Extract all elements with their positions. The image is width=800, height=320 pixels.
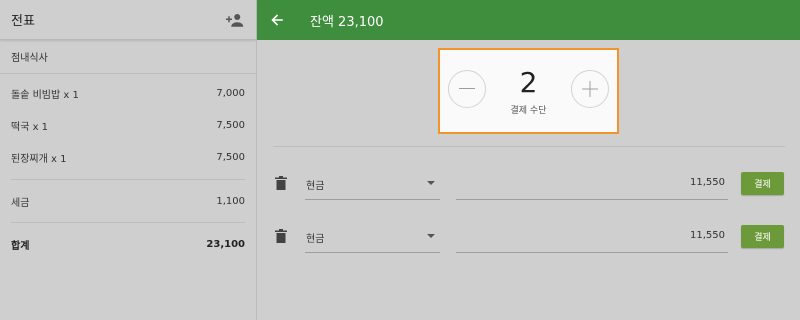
balance-title: 잔액 23,100 (310, 14, 384, 30)
payment-method-value: 현금 (306, 181, 325, 192)
order-items: 돌솥 비빔밥 x 1 7,000 떡국 x 1 7,500 된장찌개 x 1 7… (0, 77, 256, 173)
back-arrow-icon (271, 14, 283, 26)
dropdown-caret-icon (427, 181, 435, 185)
dropdown-caret-icon (427, 234, 435, 238)
app-bar: 잔액 23,100 (257, 0, 800, 40)
section-divider (273, 146, 785, 147)
order-type: 점내식사 (0, 40, 256, 74)
payment-count-stepper: 2 결제 수단 (438, 48, 619, 134)
payment-method-select[interactable]: 현금 (305, 221, 440, 253)
plus-icon (582, 81, 598, 97)
back-button[interactable] (257, 0, 297, 40)
item-price: 7,500 (216, 119, 245, 131)
tax-label: 세금 (11, 197, 30, 209)
total-row: 합계 23,100 (0, 223, 256, 265)
item-price: 7,500 (216, 151, 245, 163)
increment-button[interactable] (571, 70, 609, 108)
list-item: 된장찌개 x 1 7,500 (11, 141, 245, 173)
trash-icon[interactable] (275, 229, 287, 243)
trash-icon[interactable] (275, 176, 287, 190)
item-name: 떡국 x 1 (11, 121, 49, 133)
list-item: 떡국 x 1 7,500 (11, 109, 245, 141)
tax-row: 세금 1,100 (0, 180, 256, 222)
payment-amount-field[interactable]: 11,550 (456, 168, 728, 200)
payment-amount-value: 11,550 (690, 230, 725, 241)
item-price: 7,000 (216, 87, 245, 99)
list-item: 돌솥 비빔밥 x 1 7,000 (11, 77, 245, 109)
add-person-icon[interactable] (226, 13, 244, 27)
receipt-title: 전표 (11, 14, 35, 29)
payment-row: 현금 11,550 결제 (273, 168, 785, 200)
payment-row: 현금 11,550 결제 (273, 221, 785, 253)
payment-amount-field[interactable]: 11,550 (456, 221, 728, 253)
pay-button[interactable]: 결제 (741, 172, 784, 195)
payment-method-value: 현금 (306, 234, 325, 245)
pay-button[interactable]: 결제 (741, 225, 784, 248)
payment-amount-value: 11,550 (690, 177, 725, 188)
total-label: 합계 (11, 240, 30, 252)
receipt-panel: 전표 점내식사 돌솥 비빔밥 x 1 7,000 떡국 x 1 7,500 된장… (0, 0, 257, 320)
receipt-header: 전표 (0, 0, 256, 40)
item-name: 돌솥 비빔밥 x 1 (11, 89, 79, 101)
payment-method-select[interactable]: 현금 (305, 168, 440, 200)
total-value: 23,100 (206, 238, 245, 250)
tax-value: 1,100 (216, 195, 245, 207)
item-name: 된장찌개 x 1 (11, 153, 67, 165)
